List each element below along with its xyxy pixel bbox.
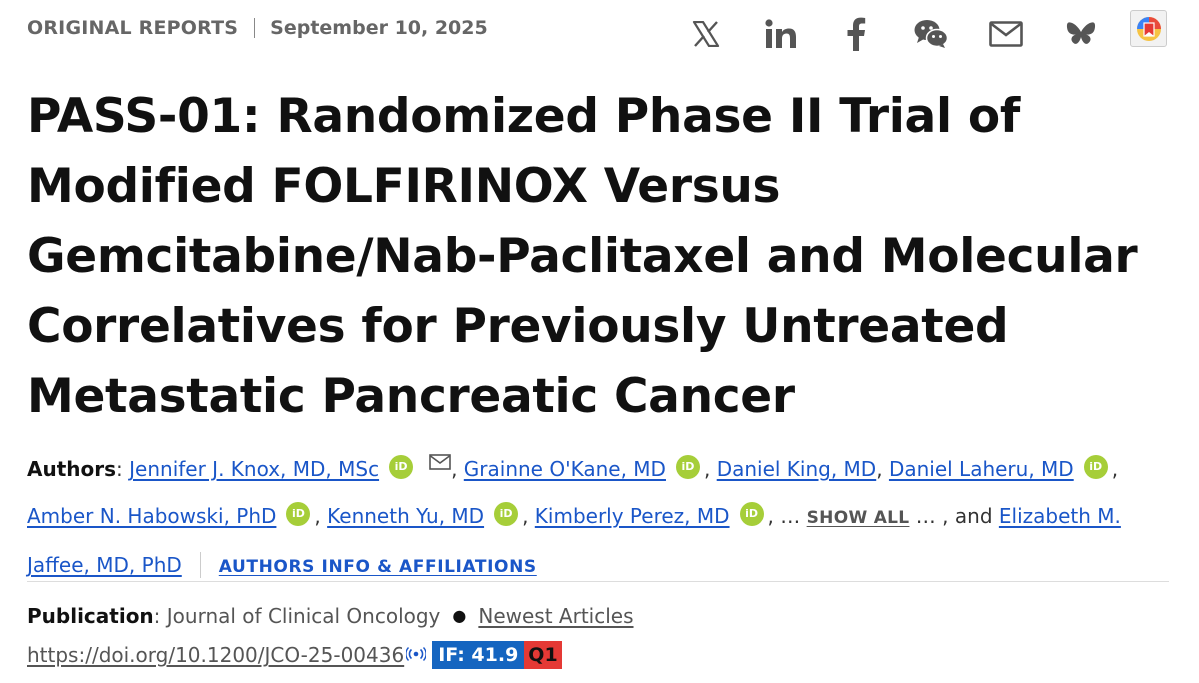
orcid-icon[interactable]: iD <box>675 455 700 479</box>
divider <box>199 552 201 578</box>
publication-info: Publication: Journal of Clinical Oncolog… <box>27 604 634 628</box>
bullet-separator: ● <box>452 606 467 625</box>
section-divider <box>27 581 1169 582</box>
divider <box>254 18 256 38</box>
author-link[interactable]: Daniel Laheru, MD <box>889 457 1074 481</box>
extension-icon[interactable] <box>1130 10 1167 47</box>
author-link[interactable]: Amber N. Habowski, PhD <box>27 504 276 528</box>
doi-row: https://doi.org/10.1200/JCO-25-00436 IF:… <box>27 640 562 670</box>
publication-date: September 10, 2025 <box>270 17 488 39</box>
doi-link[interactable]: https://doi.org/10.1200/JCO-25-00436 <box>27 643 404 667</box>
orcid-icon[interactable]: iD <box>1083 455 1108 479</box>
impact-factor-badge: IF: 41.9 <box>432 641 525 669</box>
orcid-icon[interactable]: iD <box>389 455 414 479</box>
facebook-icon[interactable] <box>836 14 876 54</box>
author-link[interactable]: Grainne O'Kane, MD <box>464 457 666 481</box>
email-icon[interactable] <box>429 440 451 487</box>
affiliations-link[interactable]: AUTHORS INFO & AFFILIATIONS <box>219 557 537 577</box>
authors-label: Authors <box>27 457 117 481</box>
author-list: Authors: Jennifer J. Knox, MD, MSc iD, Gr… <box>27 440 1177 591</box>
linkedin-icon[interactable] <box>761 14 801 54</box>
bluesky-icon[interactable] <box>1061 14 1101 54</box>
email-icon[interactable] <box>986 14 1026 54</box>
broadcast-icon[interactable] <box>405 646 427 665</box>
author-link[interactable]: Kimberly Perez, MD <box>535 504 730 528</box>
and-text: , and <box>942 504 993 528</box>
section-label[interactable]: ORIGINAL REPORTS <box>27 17 238 39</box>
show-all-authors-button[interactable]: SHOW ALL <box>807 508 910 528</box>
orcid-icon[interactable]: iD <box>494 502 519 526</box>
author-link[interactable]: Jennifer J. Knox, MD, MSc <box>129 457 379 481</box>
article-title: PASS-01: Randomized Phase II Trial of Mo… <box>27 89 1138 424</box>
orcid-icon[interactable]: iD <box>739 502 764 526</box>
author-link[interactable]: Kenneth Yu, MD <box>327 504 484 528</box>
share-toolbar <box>686 14 1101 54</box>
publication-label: Publication <box>27 604 154 628</box>
x-icon[interactable] <box>686 14 726 54</box>
orcid-icon[interactable]: iD <box>286 502 311 526</box>
journal-name[interactable]: Journal of Clinical Oncology <box>167 604 441 628</box>
wechat-icon[interactable] <box>911 14 951 54</box>
article-meta-bar: ORIGINAL REPORTS September 10, 2025 <box>27 15 488 41</box>
quartile-badge: Q1 <box>524 641 562 669</box>
author-link[interactable]: Daniel King, MD <box>717 457 877 481</box>
newest-articles-link[interactable]: Newest Articles <box>478 604 633 628</box>
